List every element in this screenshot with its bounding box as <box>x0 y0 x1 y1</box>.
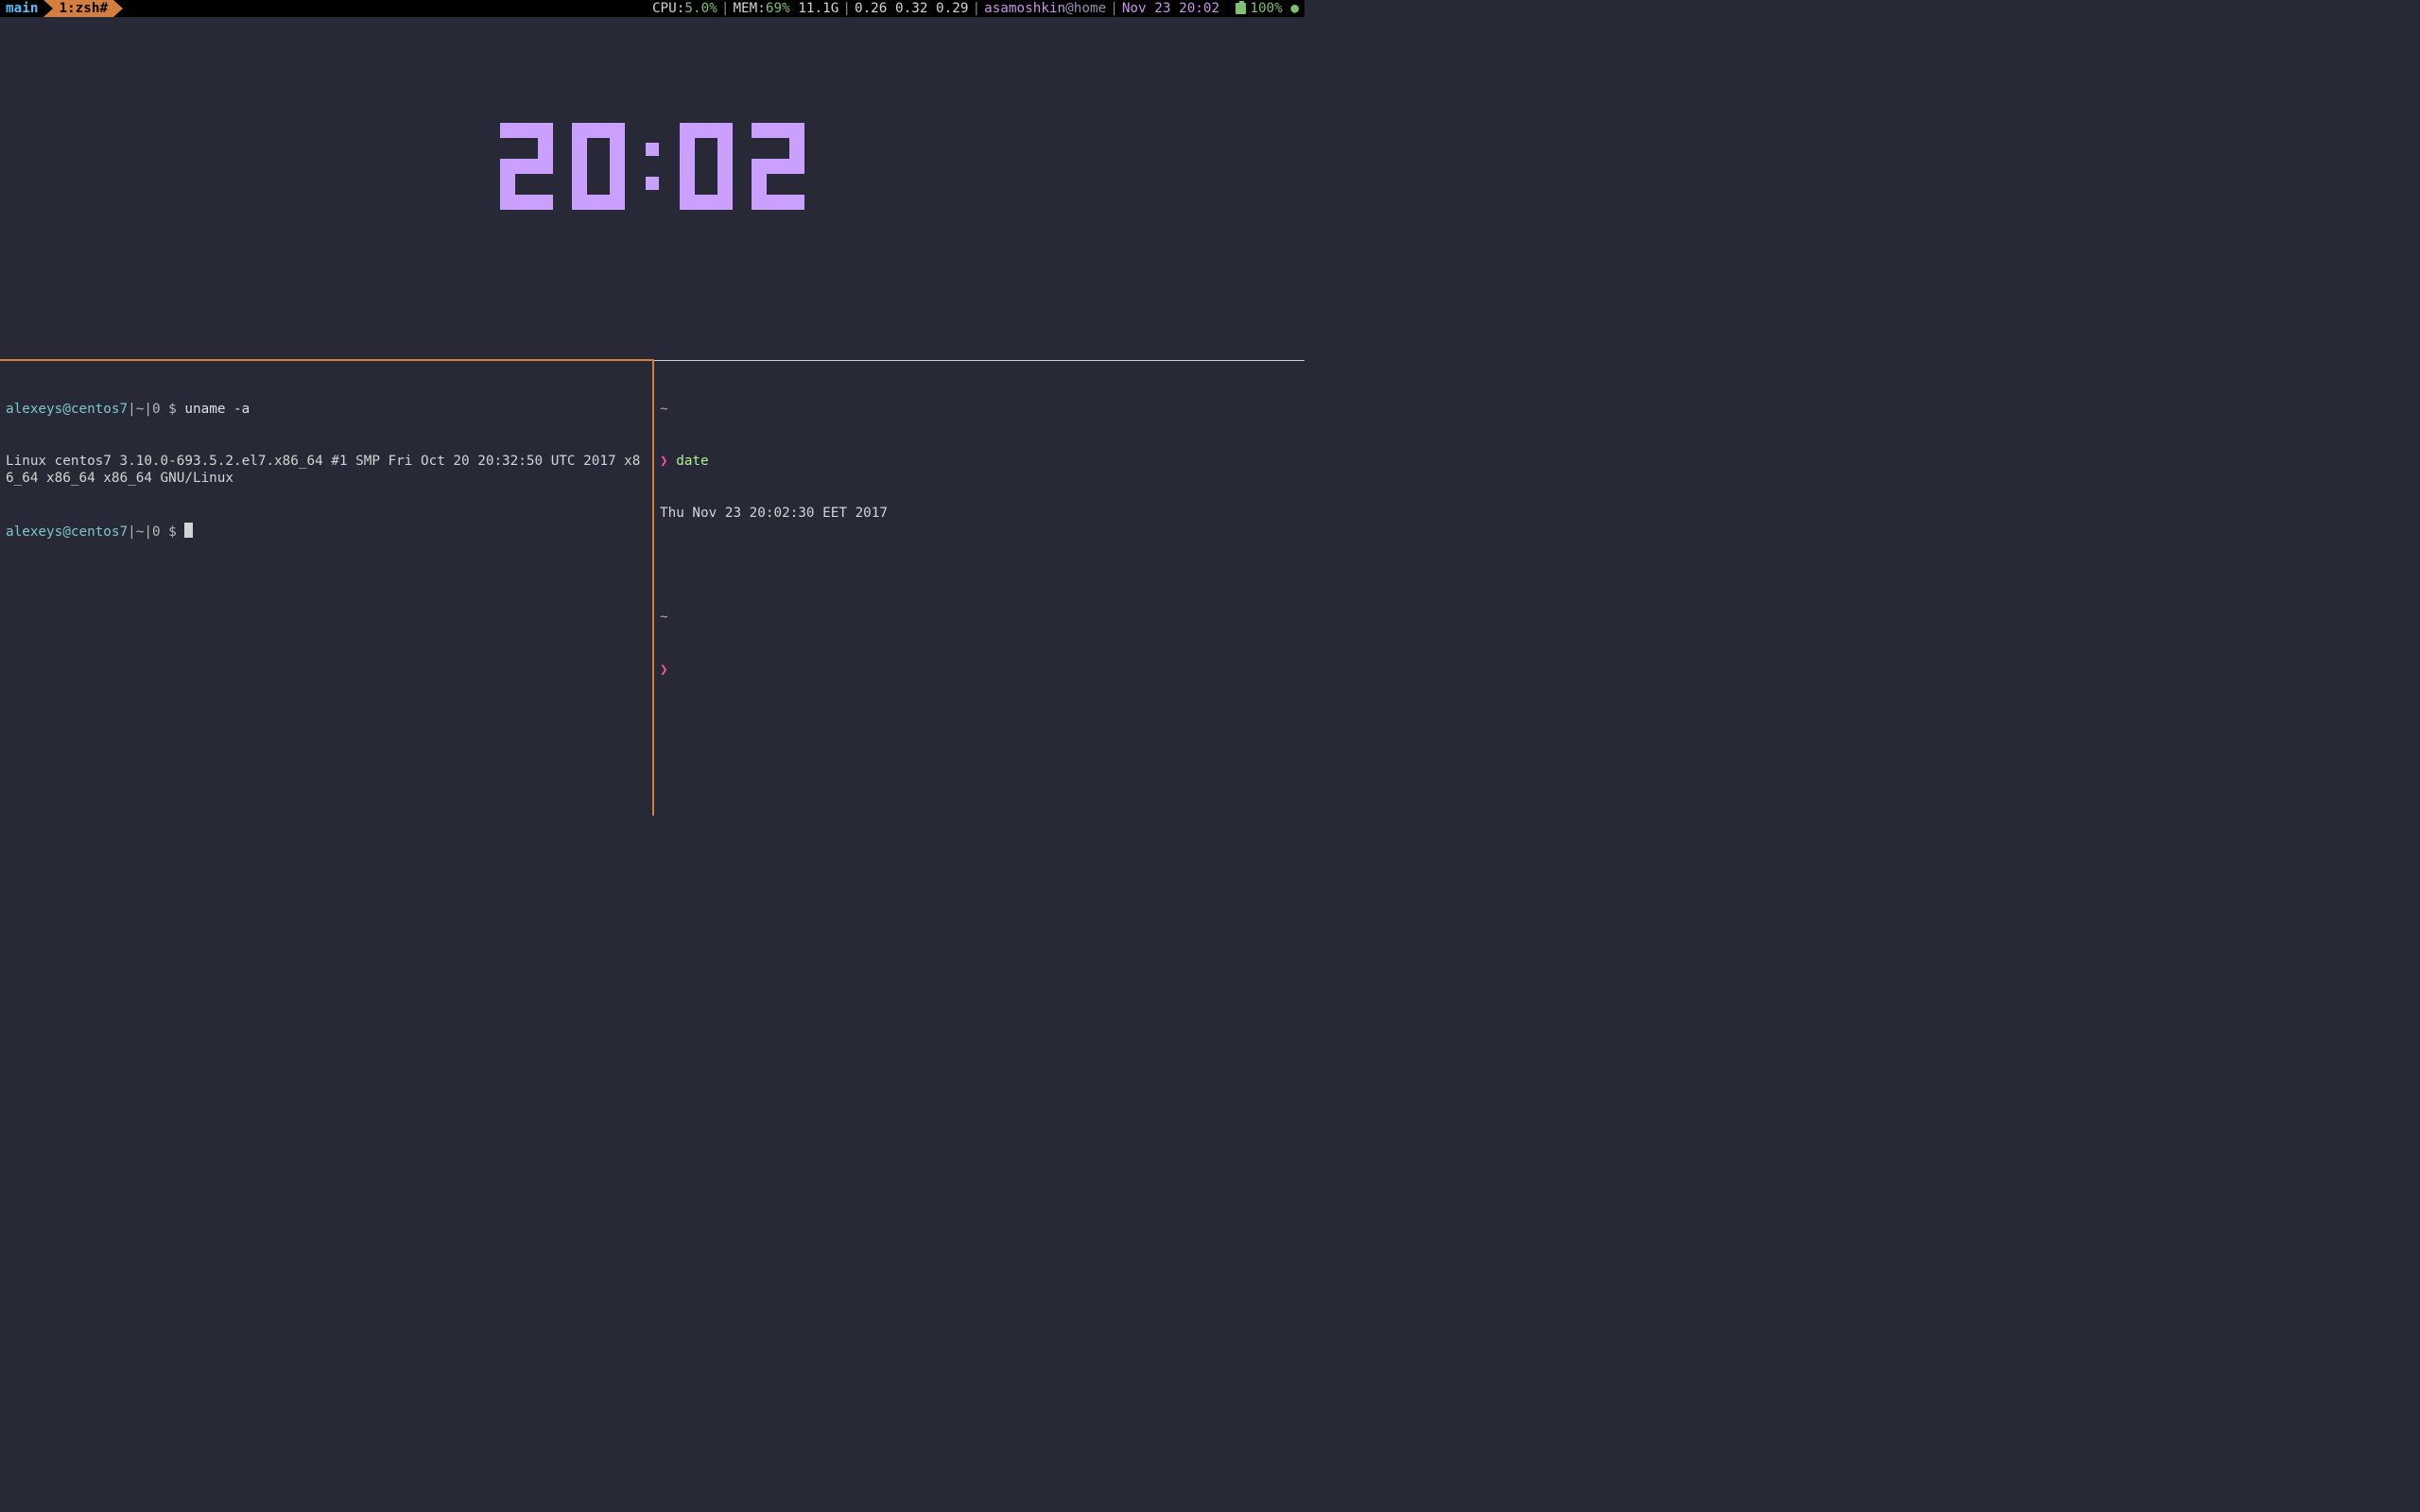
separator: | <box>838 0 855 17</box>
clock-digit <box>572 123 625 210</box>
terminal-line: alexeys@centos7|~|0 $ uname -a <box>6 401 647 418</box>
tmux-status-bar: main 1:zsh# CPU: 5.0% | MEM: 69% 11.1G |… <box>0 0 1305 17</box>
bottom-panes: alexeys@centos7|~|0 $ uname -a Linux cen… <box>0 360 1305 816</box>
command-output: Linux centos7 3.10.0-693.5.2.el7.x86_64 … <box>6 453 647 488</box>
separator: | <box>968 0 984 17</box>
clock-digit <box>752 123 804 210</box>
powerline-arrow-icon <box>113 0 123 17</box>
prompt-path: |~|0 $ <box>128 524 184 540</box>
clock-digit <box>500 123 553 210</box>
pane-ssh-shell[interactable]: alexeys@centos7|~|0 $ uname -a Linux cen… <box>0 360 652 816</box>
datetime: Nov 23 20:02 <box>1122 0 1219 17</box>
pane-local-shell[interactable]: ~ ❯ date Thu Nov 23 20:02:30 EET 2017 ~ … <box>654 360 1305 816</box>
separator: | <box>717 0 734 17</box>
command-output: Thu Nov 23 20:02:30 EET 2017 <box>660 505 1299 522</box>
terminal-line: ❯ date <box>660 453 1299 470</box>
window-tab[interactable]: 1:zsh# <box>53 0 113 17</box>
command-text: uname -a <box>184 402 250 417</box>
cpu-value: 5.0% <box>684 0 717 17</box>
big-clock <box>500 123 804 210</box>
mem-pct: 69% <box>766 0 790 17</box>
mem-size: 11.1G <box>790 0 839 17</box>
status-left: main 1:zsh# <box>0 0 123 17</box>
username: asamoshkin <box>984 0 1065 17</box>
prompt-symbol: ❯ <box>660 662 668 678</box>
command-text: date <box>676 454 708 469</box>
prompt-path: |~|0 $ <box>128 402 184 417</box>
cpu-label: CPU: <box>652 0 684 17</box>
hostname: @home <box>1065 0 1106 17</box>
online-dot-icon: ● <box>1290 0 1299 17</box>
status-right: CPU: 5.0% | MEM: 69% 11.1G | 0.26 0.32 0… <box>652 0 1305 17</box>
tmux-screen: main 1:zsh# CPU: 5.0% | MEM: 69% 11.1G |… <box>0 0 1305 816</box>
battery-pct: 100% <box>1250 0 1282 17</box>
clock-colon <box>644 143 661 190</box>
pane-clock[interactable] <box>0 17 1305 359</box>
mem-label: MEM: <box>733 0 765 17</box>
separator: | <box>1106 0 1122 17</box>
prompt-cwd: ~ <box>660 401 1299 418</box>
prompt-cwd: ~ <box>660 609 1299 626</box>
prompt-userhost: alexeys@centos7 <box>6 402 128 417</box>
load-avg: 0.26 0.32 0.29 <box>855 0 969 17</box>
prompt-symbol: ❯ <box>660 454 668 469</box>
clock-digit <box>680 123 733 210</box>
battery-icon <box>1236 3 1246 14</box>
prompt-userhost: alexeys@centos7 <box>6 524 128 540</box>
powerline-arrow-icon <box>43 0 53 17</box>
terminal-line: ❯ <box>660 662 1299 679</box>
cursor <box>184 523 193 538</box>
terminal-line: alexeys@centos7|~|0 $ <box>6 523 647 541</box>
session-name[interactable]: main <box>0 0 43 17</box>
